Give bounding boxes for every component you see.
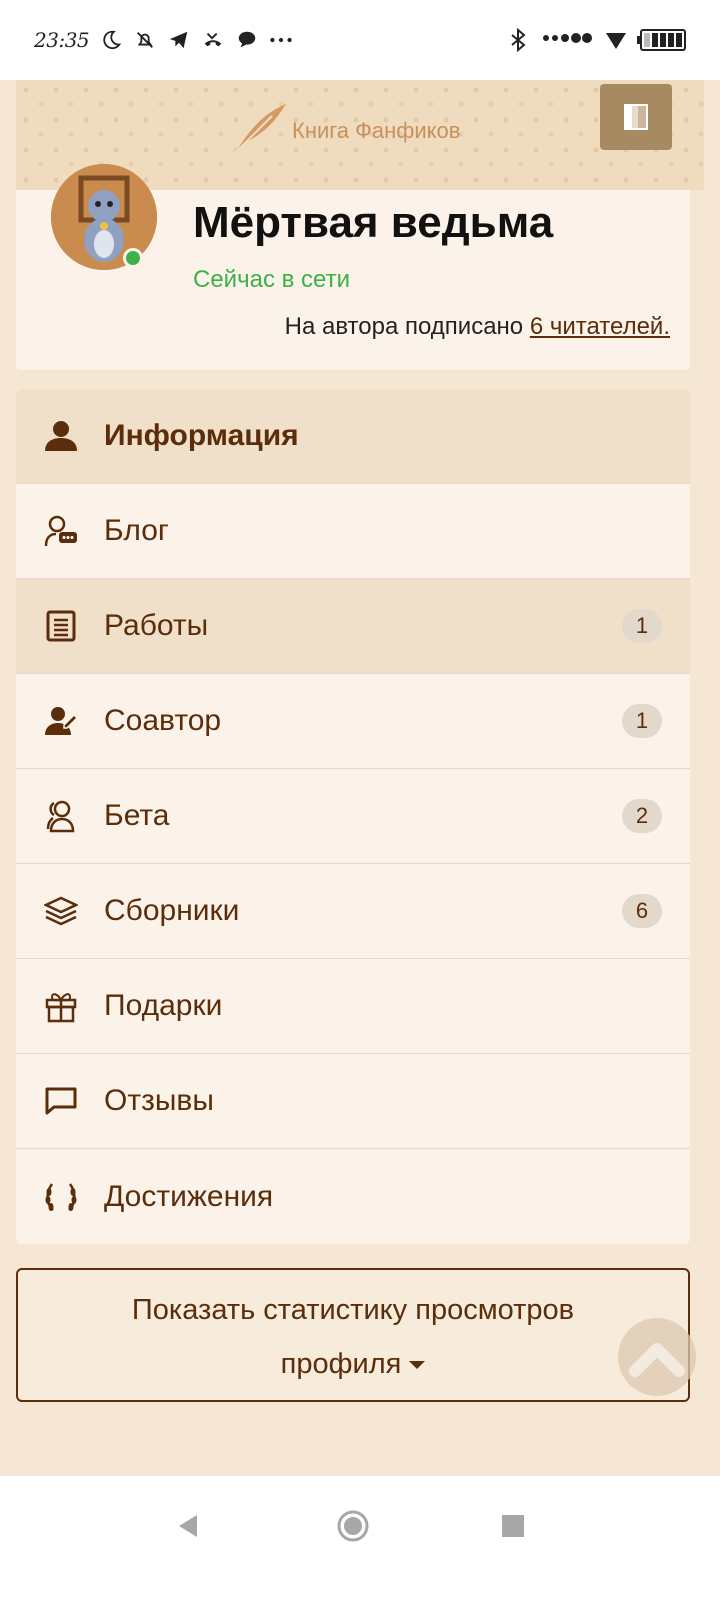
- nav-label-beta: Бета: [104, 799, 170, 832]
- coauthor-icon: [44, 704, 78, 738]
- site-logo[interactable]: Книга Фанфиков: [232, 102, 460, 160]
- wifi-icon: [604, 28, 628, 52]
- status-left: 23:35: [34, 28, 293, 52]
- nav-label-coauthor: Соавтор: [104, 704, 222, 737]
- nav-badge-works: 1: [622, 609, 662, 643]
- nav-item-works[interactable]: Работы 1: [16, 579, 690, 674]
- stats-button-line2: профиля: [280, 1348, 402, 1380]
- home-icon[interactable]: [333, 1506, 373, 1546]
- online-status: Сейчас в сети: [193, 266, 350, 293]
- stats-button-line1: Показать статистику просмотров: [131, 1294, 575, 1326]
- document-icon: [44, 609, 78, 643]
- nav-item-reviews[interactable]: Отзывы: [16, 1054, 690, 1149]
- subscribers-link[interactable]: 6 читателей.: [530, 313, 670, 340]
- nav-label-reviews: Отзывы: [104, 1084, 214, 1117]
- bluetooth-icon: [506, 28, 530, 52]
- laurel-icon: [44, 1180, 78, 1214]
- nav-item-blog[interactable]: Блог: [16, 484, 690, 579]
- nav-label-works: Работы: [104, 609, 209, 642]
- beta-users-icon: [44, 799, 78, 833]
- system-navigation-bar: [0, 1475, 720, 1600]
- status-time: 23:35: [34, 28, 90, 52]
- nav-item-gifts[interactable]: Подарки: [16, 959, 690, 1054]
- subscribers-text: На автора подписано 6 читателей.: [285, 313, 670, 341]
- comment-icon: [44, 1084, 78, 1118]
- book-menu-icon: [624, 104, 648, 130]
- nav-label-achievements: Достижения: [104, 1179, 274, 1213]
- book-menu-button[interactable]: [600, 84, 672, 150]
- nav-badge-beta: 2: [622, 799, 662, 833]
- chat-icon: [235, 28, 259, 52]
- caret-down-icon: [409, 1361, 426, 1370]
- nav-item-collections[interactable]: Сборники 6: [16, 864, 690, 959]
- nav-badge-collections: 6: [622, 894, 662, 928]
- nav-item-coauthor[interactable]: Соавтор 1: [16, 674, 690, 769]
- chevron-up-icon: [629, 1343, 685, 1377]
- nav-label-blog: Блог: [104, 514, 169, 547]
- logo-text: Книга Фанфиков: [292, 118, 461, 143]
- online-indicator: [123, 248, 143, 268]
- back-icon[interactable]: [168, 1506, 208, 1546]
- telegram-icon: [167, 28, 191, 52]
- gift-icon: [44, 989, 78, 1023]
- bell-off-icon: [133, 28, 157, 52]
- subscribers-prefix: На автора подписано: [284, 313, 530, 340]
- nav-label-info: Информация: [104, 419, 299, 452]
- missed-call-icon: [201, 28, 225, 52]
- stats-button-line2-wrap: профиля: [18, 1337, 688, 1391]
- nav-item-achievements[interactable]: Достижения: [16, 1149, 690, 1244]
- nav-label-gifts: Подарки: [104, 989, 223, 1022]
- status-right: [506, 28, 686, 52]
- scroll-to-top-button[interactable]: [618, 1318, 696, 1396]
- nav-item-info[interactable]: Информация: [16, 389, 690, 484]
- blog-user-icon: [44, 514, 78, 548]
- layers-icon: [44, 894, 78, 928]
- profile-nav: Информация Блог Работы 1 Соавтор 1 Бета …: [16, 389, 690, 1244]
- recents-icon[interactable]: [493, 1506, 533, 1546]
- signal-dots-icon: [542, 31, 592, 50]
- user-icon: [44, 419, 78, 453]
- avatar[interactable]: [51, 164, 157, 270]
- status-bar: 23:35: [0, 0, 720, 80]
- nav-label-collections: Сборники: [104, 894, 240, 927]
- moon-icon: [99, 28, 123, 52]
- nav-badge-coauthor: 1: [622, 704, 662, 738]
- profile-name: Мёртвая ведьма: [193, 198, 554, 247]
- profile-card: Мёртвая ведьма Сейчас в сети На автора п…: [16, 164, 690, 370]
- nav-item-beta[interactable]: Бета 2: [16, 769, 690, 864]
- more-dots-icon: [269, 28, 293, 52]
- battery-icon: [637, 29, 686, 51]
- show-view-stats-button[interactable]: Показать статистику просмотров профиля: [16, 1268, 690, 1402]
- feather-icon: [232, 102, 288, 160]
